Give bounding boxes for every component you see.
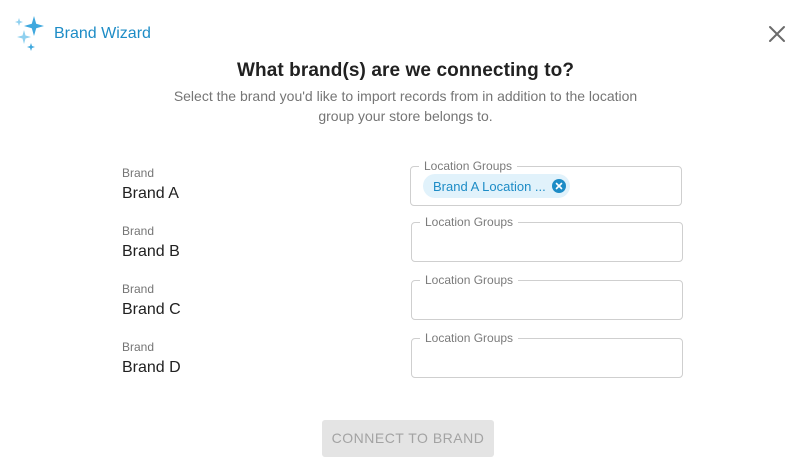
- location-groups-select[interactable]: Location Groups: [411, 215, 683, 262]
- brand-name: Brand A: [122, 185, 179, 202]
- connect-to-brand-button[interactable]: CONNECT TO BRAND: [322, 420, 494, 457]
- location-group-chip[interactable]: Brand A Location ...: [423, 174, 570, 198]
- brand-label: Brand: [122, 340, 155, 354]
- location-groups-select[interactable]: Location Groups: [411, 331, 683, 378]
- brand-info: Brand Brand B: [122, 224, 180, 261]
- page-subtitle: Select the brand you'd like to import re…: [0, 86, 811, 126]
- brand-name: Brand D: [122, 359, 181, 376]
- subtitle-line-2: group your store belongs to.: [318, 108, 493, 124]
- brand-row: Brand Brand A Location Groups Brand A Lo…: [0, 159, 811, 212]
- brand-label: Brand: [122, 224, 155, 238]
- brand-info: Brand Brand C: [122, 282, 181, 319]
- brand-name: Brand B: [122, 243, 180, 260]
- dialog-title: Brand Wizard: [54, 25, 151, 42]
- location-groups-select[interactable]: Location Groups: [411, 273, 683, 320]
- dialog-header: Brand Wizard: [14, 16, 151, 52]
- location-groups-label: Location Groups: [420, 273, 519, 287]
- brand-row: Brand Brand D Location Groups: [0, 331, 811, 386]
- location-groups-select[interactable]: Location Groups Brand A Location ...: [410, 159, 682, 206]
- subtitle-line-1: Select the brand you'd like to import re…: [173, 88, 638, 104]
- brand-info: Brand Brand D: [122, 340, 181, 377]
- brand-info: Brand Brand A: [122, 166, 179, 203]
- brand-row: Brand Brand C Location Groups: [0, 273, 811, 328]
- brand-row: Brand Brand B Location Groups: [0, 215, 811, 270]
- brand-name: Brand C: [122, 301, 181, 318]
- brand-label: Brand: [122, 282, 155, 296]
- location-groups-label: Location Groups: [420, 331, 519, 345]
- brand-label: Brand: [122, 166, 155, 180]
- location-groups-label: Location Groups: [420, 215, 519, 229]
- location-groups-label: Location Groups: [419, 159, 518, 173]
- page-title: What brand(s) are we connecting to?: [236, 60, 575, 81]
- chip-remove-icon[interactable]: [551, 179, 566, 193]
- sparkle-icon: [15, 16, 44, 51]
- close-icon[interactable]: [768, 25, 786, 43]
- chip-label: Brand A Location ...: [433, 178, 546, 194]
